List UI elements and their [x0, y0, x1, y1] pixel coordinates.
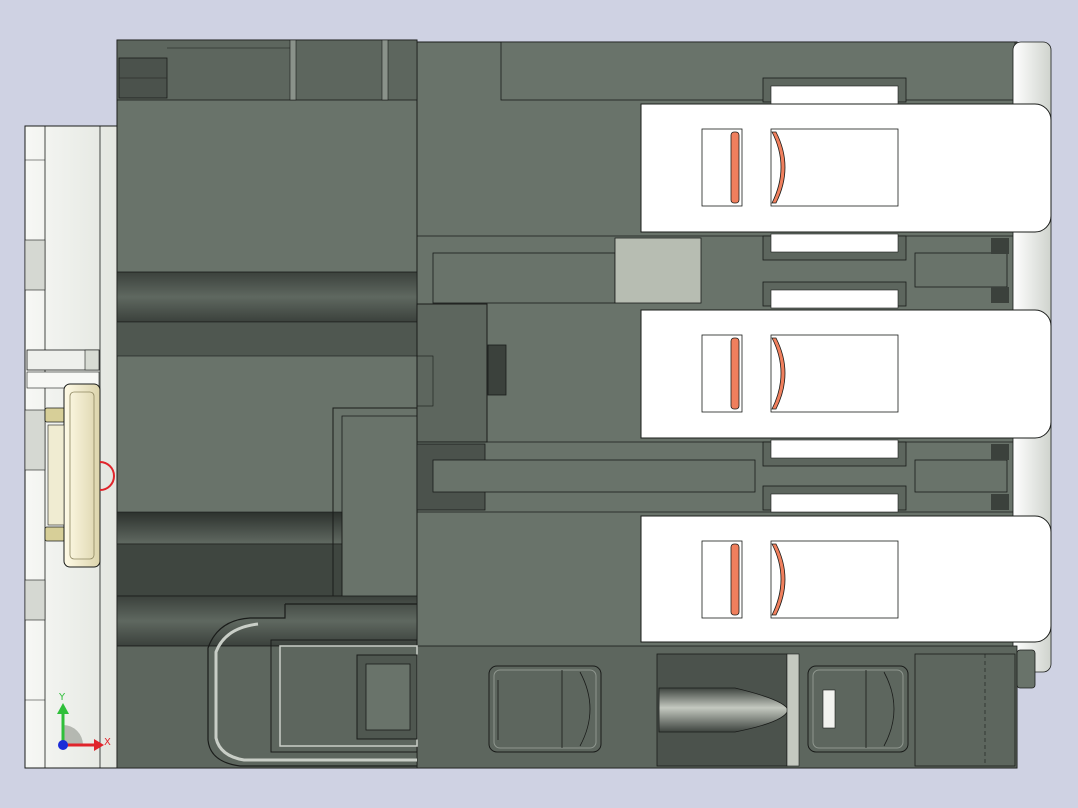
contactor-model-view[interactable]: Y X — [0, 0, 1078, 808]
terminal-screw-slot-3a — [730, 543, 740, 616]
terminal-cover-3[interactable] — [640, 515, 1052, 643]
z-axis-dot — [58, 740, 68, 750]
x-axis-label: X — [104, 737, 111, 748]
terminal-cover-1[interactable] — [640, 103, 1052, 233]
cad-viewport[interactable]: Y X — [0, 0, 1078, 808]
terminal-screw-slot-1a — [730, 131, 740, 204]
y-axis-label: Y — [58, 692, 66, 703]
terminal-screw-slot-2a — [730, 337, 740, 410]
terminal-cover-2[interactable] — [640, 309, 1052, 439]
